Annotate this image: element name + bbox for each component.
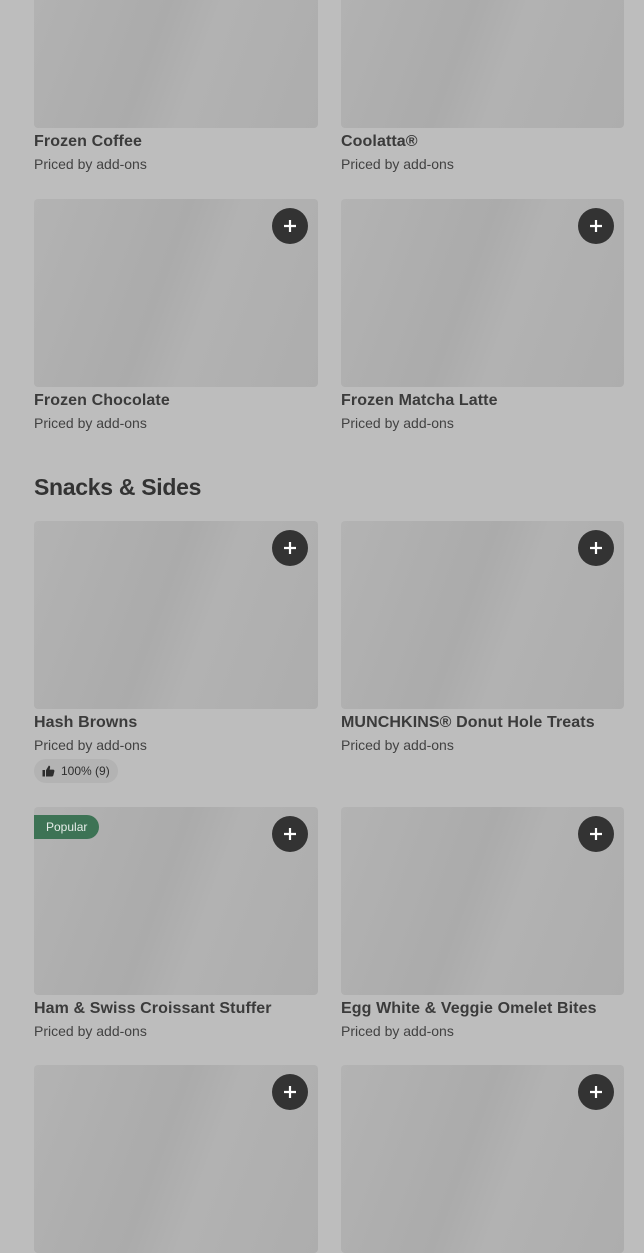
product-price: Priced by add-ons	[34, 415, 147, 431]
product-image[interactable]	[34, 1065, 318, 1253]
product-image[interactable]	[341, 807, 624, 995]
plus-icon	[284, 828, 296, 840]
thumbs-up-icon	[42, 765, 55, 777]
plus-icon	[590, 828, 602, 840]
product-card-hash-browns[interactable]: Hash Browns Priced by add-ons 100% (9)	[34, 521, 318, 783]
product-card-coolatta[interactable]: Coolatta® Priced by add-ons	[341, 0, 624, 172]
product-image[interactable]	[341, 521, 624, 709]
plus-icon	[284, 542, 296, 554]
product-name: Coolatta®	[341, 133, 418, 150]
plus-icon	[590, 542, 602, 554]
product-image[interactable]	[34, 199, 318, 387]
product-image[interactable]: Popular	[34, 807, 318, 995]
product-name: MUNCHKINS® Donut Hole Treats	[341, 714, 595, 731]
product-image[interactable]	[341, 199, 624, 387]
rating-text: 100% (9)	[61, 764, 110, 778]
plus-icon	[284, 1086, 296, 1098]
product-image[interactable]	[341, 0, 624, 128]
add-to-cart-button[interactable]	[578, 530, 614, 566]
add-to-cart-button[interactable]	[272, 208, 308, 244]
product-price: Priced by add-ons	[34, 1023, 147, 1039]
product-card-frozen-coffee[interactable]: Frozen Coffee Priced by add-ons	[34, 0, 318, 172]
add-to-cart-button[interactable]	[578, 816, 614, 852]
product-card-ham-swiss-croissant[interactable]: Popular Ham & Swiss Croissant Stuffer Pr…	[34, 807, 318, 1039]
product-card-frozen-chocolate[interactable]: Frozen Chocolate Priced by add-ons	[34, 199, 318, 431]
add-to-cart-button[interactable]	[272, 816, 308, 852]
add-to-cart-button[interactable]	[272, 1074, 308, 1110]
product-image[interactable]	[34, 0, 318, 128]
plus-icon	[284, 220, 296, 232]
product-name: Frozen Chocolate	[34, 392, 170, 409]
product-price: Priced by add-ons	[34, 156, 147, 172]
popular-badge: Popular	[34, 815, 100, 839]
product-image[interactable]	[341, 1065, 624, 1253]
section-title: Snacks & Sides	[34, 474, 202, 500]
product-card-egg-white-omelet-bites[interactable]: Egg White & Veggie Omelet Bites Priced b…	[341, 807, 624, 1039]
product-name: Frozen Matcha Latte	[341, 392, 498, 409]
product-card[interactable]	[341, 1065, 624, 1253]
product-card-munchkins[interactable]: MUNCHKINS® Donut Hole Treats Priced by a…	[341, 521, 624, 753]
rating-badge: 100% (9)	[34, 759, 118, 783]
product-price: Priced by add-ons	[341, 737, 454, 753]
product-price: Priced by add-ons	[341, 156, 454, 172]
product-price: Priced by add-ons	[341, 1023, 454, 1039]
add-to-cart-button[interactable]	[578, 1074, 614, 1110]
product-name: Ham & Swiss Croissant Stuffer	[34, 1000, 272, 1017]
product-price: Priced by add-ons	[34, 737, 147, 753]
plus-icon	[590, 220, 602, 232]
plus-icon	[590, 1086, 602, 1098]
product-name: Hash Browns	[34, 714, 138, 731]
product-card-frozen-matcha-latte[interactable]: Frozen Matcha Latte Priced by add-ons	[341, 199, 624, 431]
product-price: Priced by add-ons	[341, 415, 454, 431]
product-name: Egg White & Veggie Omelet Bites	[341, 1000, 597, 1017]
add-to-cart-button[interactable]	[272, 530, 308, 566]
product-name: Frozen Coffee	[34, 133, 142, 150]
product-card[interactable]	[34, 1065, 318, 1253]
add-to-cart-button[interactable]	[578, 208, 614, 244]
product-image[interactable]	[34, 521, 318, 709]
